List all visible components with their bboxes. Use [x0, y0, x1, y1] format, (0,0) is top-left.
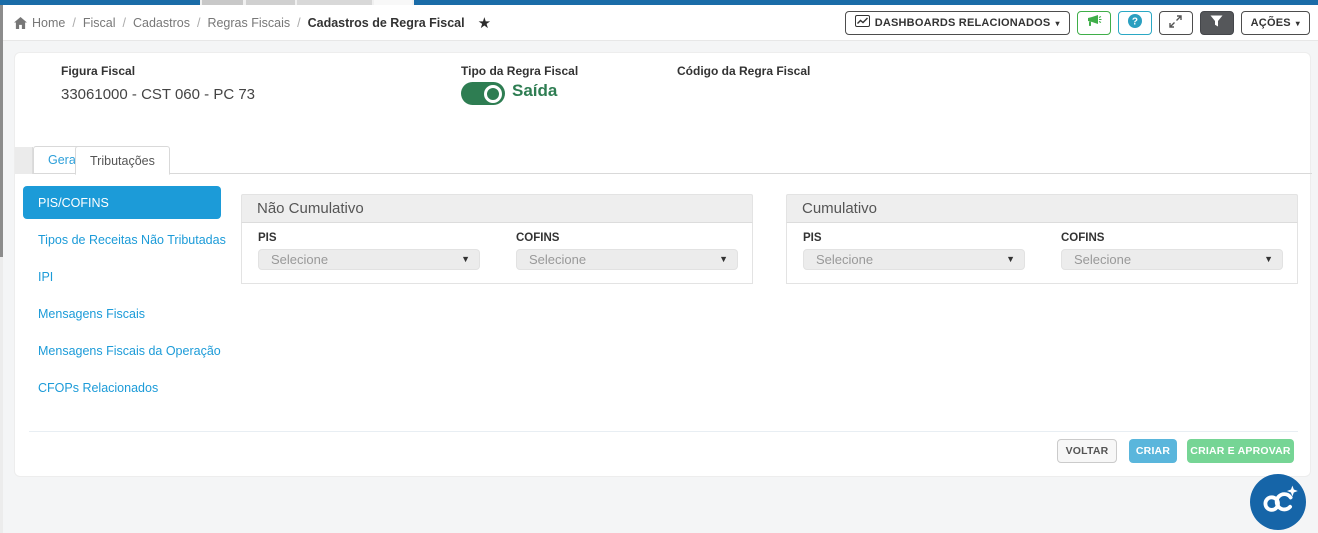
pis-cumulativo-select[interactable]: Selecione ▼	[803, 249, 1025, 270]
sidebar-item-ipi[interactable]: IPI	[23, 260, 221, 293]
panel-cumulativo: Cumulativo PIS Selecione ▼ COFINS Seleci…	[786, 194, 1298, 284]
chart-line-icon	[855, 15, 870, 30]
tab-bar-filler	[15, 147, 33, 174]
sidebar-item-label: Tipos de Receitas Não Tributadas	[38, 233, 226, 247]
panel-nao-cumulativo: Não Cumulativo PIS Selecione ▼ COFINS Se…	[241, 194, 753, 284]
breadcrumb-item-fiscal[interactable]: Fiscal	[83, 16, 116, 30]
pis-label: PIS	[803, 232, 1025, 244]
main-card: Figura Fiscal 33061000 - CST 060 - PC 73…	[14, 52, 1311, 477]
breadcrumb-separator: /	[72, 16, 75, 30]
panel-cumulativo-title: Cumulativo	[786, 194, 1298, 223]
cofins-nao-cumulativo-select[interactable]: Selecione ▼	[516, 249, 738, 270]
chevron-down-icon: ▾	[1296, 19, 1300, 28]
tab-geral-label: Geral	[48, 153, 79, 167]
dashboards-relacionados-button[interactable]: DASHBOARDS RELACIONADOS ▾	[845, 11, 1070, 35]
acoes-button[interactable]: AÇÕES ▾	[1241, 11, 1310, 35]
tab-tributacoes-label: Tributações	[90, 154, 155, 168]
panel-cumulativo-body: PIS Selecione ▼ COFINS Selecione ▼	[786, 223, 1298, 284]
expand-arrows-icon	[1169, 15, 1182, 31]
sidebar-item-label: PIS/COFINS	[38, 196, 109, 210]
chevron-down-icon: ▼	[719, 250, 728, 269]
acoes-label: AÇÕES	[1251, 17, 1291, 29]
sidebar-item-mensagens-fiscais-operacao[interactable]: Mensagens Fiscais da Operação	[23, 334, 221, 367]
panel-nao-cumulativo-body: PIS Selecione ▼ COFINS Selecione ▼	[241, 223, 753, 284]
figura-fiscal-label: Figura Fiscal	[61, 64, 135, 78]
tipo-regra-fiscal-label: Tipo da Regra Fiscal	[461, 64, 578, 78]
filter-button[interactable]	[1200, 11, 1234, 35]
svg-text:?: ?	[1132, 17, 1138, 28]
breadcrumb-item-cadastros[interactable]: Cadastros	[133, 16, 190, 30]
tab-bar: Geral Tributações	[15, 146, 1312, 174]
sidebar-item-label: CFOPs Relacionados	[38, 381, 158, 395]
figura-fiscal-value: 33061000 - CST 060 - PC 73	[61, 86, 255, 103]
pis-nao-cumulativo-select[interactable]: Selecione ▼	[258, 249, 480, 270]
megaphone-icon	[1086, 14, 1102, 31]
select-placeholder: Selecione	[271, 252, 328, 267]
breadcrumb-separator: /	[122, 16, 125, 30]
left-scrollbar-track[interactable]	[0, 5, 3, 533]
left-scrollbar-thumb[interactable]	[0, 5, 3, 257]
breadcrumb-item-home[interactable]: Home	[32, 16, 65, 30]
fullscreen-button[interactable]	[1159, 11, 1193, 35]
chevron-down-icon: ▼	[1006, 250, 1015, 269]
header-actions: DASHBOARDS RELACIONADOS ▾ ?	[845, 11, 1310, 35]
home-icon	[14, 17, 27, 29]
chevron-down-icon: ▾	[1055, 19, 1059, 28]
tipo-regra-toggle[interactable]	[461, 82, 505, 105]
cofins-cumulativo-select[interactable]: Selecione ▼	[1061, 249, 1283, 270]
sidebar-item-pis-cofins[interactable]: PIS/COFINS	[23, 186, 221, 219]
breadcrumb-separator: /	[297, 16, 300, 30]
tipo-regra-value: Saída	[512, 81, 557, 101]
pis-label: PIS	[258, 232, 480, 244]
footer-divider	[29, 431, 1298, 432]
question-circle-icon: ?	[1127, 13, 1143, 32]
breadcrumb-separator: /	[197, 16, 200, 30]
select-placeholder: Selecione	[1074, 252, 1131, 267]
breadcrumb: Home / Fiscal / Cadastros / Regras Fisca…	[14, 14, 491, 32]
sidebar-item-tipos-receitas[interactable]: Tipos de Receitas Não Tributadas	[23, 223, 221, 256]
voltar-button[interactable]: VOLTAR	[1057, 439, 1117, 463]
favorite-star-icon[interactable]: ★	[478, 14, 491, 32]
sidebar-item-mensagens-fiscais[interactable]: Mensagens Fiscais	[23, 297, 221, 330]
chevron-down-icon: ▼	[1264, 250, 1273, 269]
sidebar-item-label: Mensagens Fiscais da Operação	[38, 344, 221, 358]
toggle-knob	[484, 85, 502, 103]
topbar: Home / Fiscal / Cadastros / Regras Fisca…	[0, 5, 1318, 41]
help-button[interactable]: ?	[1118, 11, 1152, 35]
criar-e-aprovar-button[interactable]: CRIAR E APROVAR	[1187, 439, 1294, 463]
tributacoes-sidebar: PIS/COFINS Tipos de Receitas Não Tributa…	[23, 186, 221, 408]
panel-nao-cumulativo-title: Não Cumulativo	[241, 194, 753, 223]
tab-tributacoes[interactable]: Tributações	[75, 146, 170, 175]
select-placeholder: Selecione	[529, 252, 586, 267]
app-screen: Home / Fiscal / Cadastros / Regras Fisca…	[0, 0, 1318, 533]
sidebar-item-cfops-relacionados[interactable]: CFOPs Relacionados	[23, 371, 221, 404]
announcements-button[interactable]	[1077, 11, 1111, 35]
select-placeholder: Selecione	[816, 252, 873, 267]
infinity-logo-icon	[1258, 482, 1298, 523]
dashboards-relacionados-label: DASHBOARDS RELACIONADOS	[875, 17, 1051, 29]
sidebar-item-label: IPI	[38, 270, 53, 284]
sidebar-item-label: Mensagens Fiscais	[38, 307, 145, 321]
criar-button[interactable]: CRIAR	[1129, 439, 1177, 463]
filter-icon	[1210, 15, 1223, 30]
chevron-down-icon: ▼	[461, 250, 470, 269]
codigo-regra-fiscal-label: Código da Regra Fiscal	[677, 64, 810, 78]
breadcrumb-item-regras-fiscais[interactable]: Regras Fiscais	[207, 16, 290, 30]
cofins-label: COFINS	[516, 232, 738, 244]
assistant-widget-button[interactable]	[1250, 474, 1306, 530]
cofins-label: COFINS	[1061, 232, 1283, 244]
breadcrumb-current-page: Cadastros de Regra Fiscal	[308, 16, 465, 30]
